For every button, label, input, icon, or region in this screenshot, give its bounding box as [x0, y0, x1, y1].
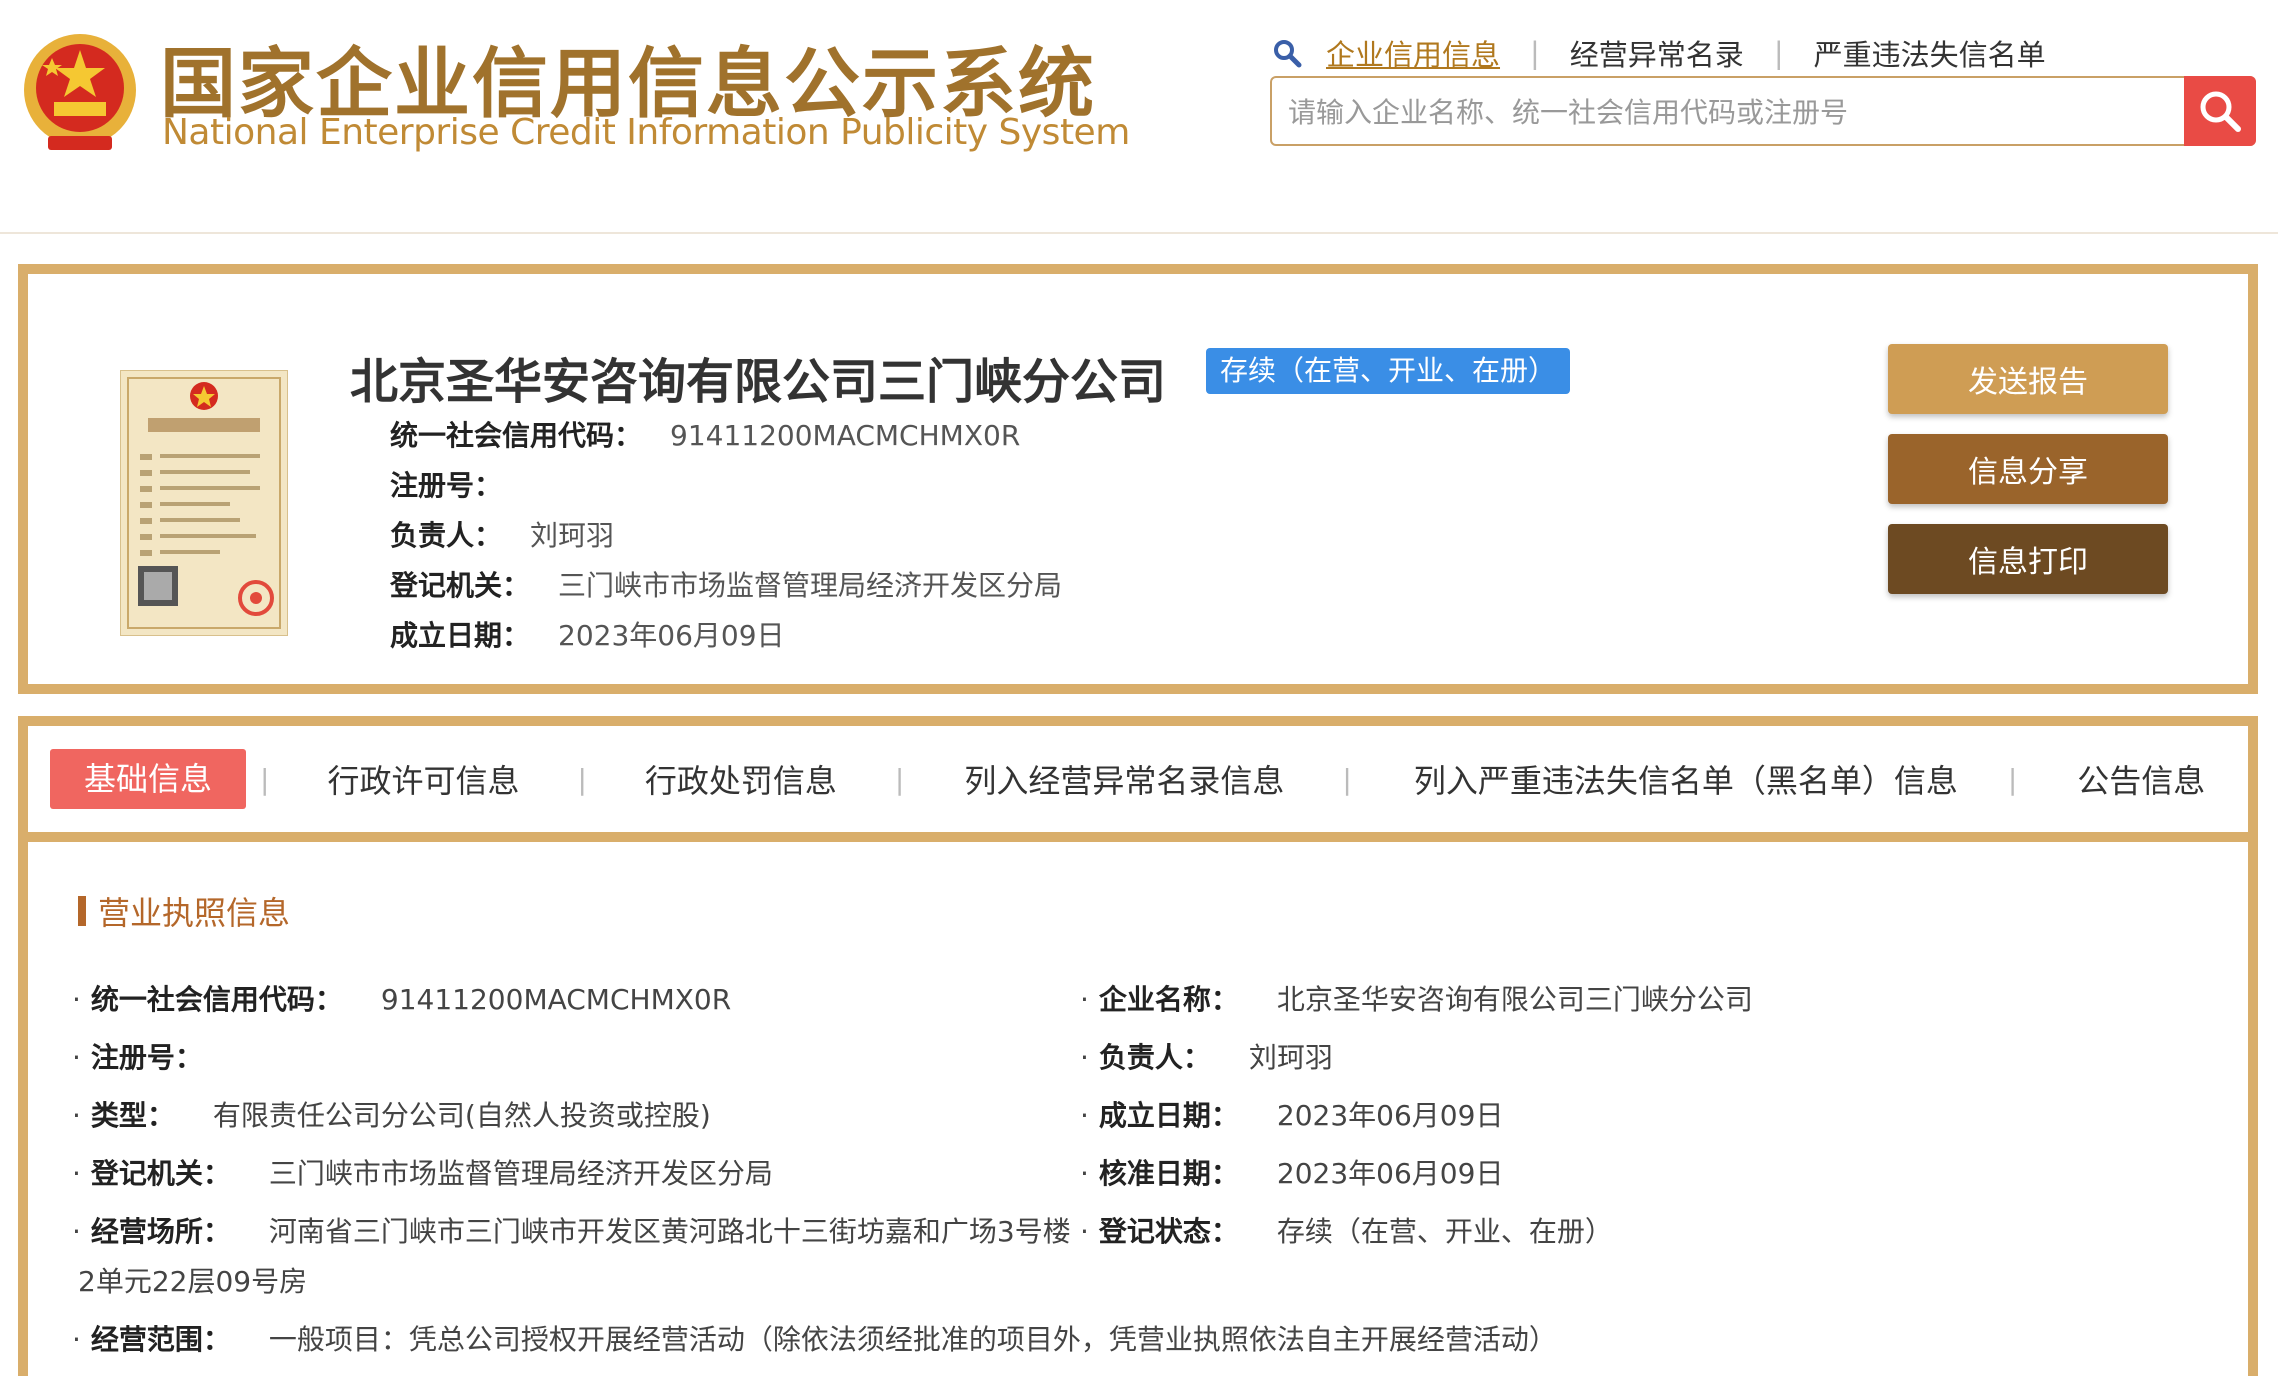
field-address: · 经营场所： 河南省三门峡市三门峡市开发区黄河路北十三街坊嘉和广场3号楼	[72, 1215, 1071, 1248]
top-nav: 企业信用信息 | 经营异常名录 | 严重违法失信名单	[1272, 32, 2046, 74]
search-box	[1270, 76, 2256, 146]
details-panel: 基础信息 | 行政许可信息 | 行政处罚信息 | 列入经营异常名录信息 | 列入…	[18, 716, 2258, 1376]
company-name: 北京圣华安咨询有限公司三门峡分公司	[350, 354, 1167, 410]
tab-admin-penalty[interactable]: 行政处罚信息	[635, 756, 847, 802]
section-title-text: 营业执照信息	[98, 894, 291, 932]
field-value: 2023年06月09日	[1276, 1099, 1504, 1132]
field-value: 存续（在营、开业、在册）	[1276, 1215, 1613, 1248]
company-summary-card: 北京圣华安咨询有限公司三门峡分公司 存续（在营、开业、在册） 统一社会信用代码：…	[18, 264, 2258, 694]
field-label: 注册号：	[90, 1041, 203, 1074]
field-label: 统一社会信用代码：	[90, 983, 343, 1016]
search-input[interactable]	[1286, 86, 2060, 138]
print-info-button[interactable]: 信息打印	[1888, 524, 2168, 594]
field-label: 成立日期：	[1098, 1099, 1239, 1132]
nav-divider: |	[1530, 36, 1540, 70]
field-value: 北京圣华安咨询有限公司三门峡分公司	[1276, 983, 1753, 1016]
tab-bar: 基础信息 | 行政许可信息 | 行政处罚信息 | 列入经营异常名录信息 | 列入…	[28, 726, 2248, 842]
nav-divider: |	[1773, 36, 1784, 70]
field-reg-no: · 注册号：	[72, 1041, 203, 1074]
field-authority: · 登记机关： 三门峡市市场监督管理局经济开发区分局	[72, 1157, 773, 1190]
field-value: 刘珂羽	[1248, 1041, 1333, 1074]
magnifier-icon	[2200, 91, 2241, 132]
business-license-thumbnail[interactable]	[120, 370, 288, 636]
tab-divider: |	[894, 762, 905, 796]
field-label: 类型：	[90, 1099, 175, 1132]
field-value: 2023年06月09日	[1276, 1157, 1504, 1190]
section-bar	[78, 896, 86, 926]
field-ent-name: · 企业名称： 北京圣华安咨询有限公司三门峡分公司	[1080, 983, 1753, 1016]
field-credit-code: · 统一社会信用代码： 91411200MACMCHMX0R	[72, 983, 732, 1016]
info-authority-label: 登记机关：	[390, 569, 531, 602]
field-label: 核准日期：	[1098, 1157, 1239, 1190]
site-title-en: National Enterprise Credit Information P…	[162, 112, 1130, 153]
field-label: 负责人：	[1098, 1041, 1211, 1074]
info-credit-code-label: 统一社会信用代码：	[390, 419, 643, 452]
info-est-date-value: 2023年06月09日	[558, 619, 785, 652]
info-est-date: 成立日期： 2023年06月09日	[390, 614, 785, 654]
tab-divider: |	[2007, 762, 2018, 796]
tab-basic-info[interactable]: 基础信息	[50, 749, 247, 809]
nav-blacklist[interactable]: 严重违法失信名单	[1814, 32, 2046, 74]
search-icon	[1274, 40, 1302, 68]
info-person-label: 负责人：	[390, 519, 503, 552]
status-badge: 存续（在营、开业、在册）	[1206, 348, 1571, 394]
tab-blacklist[interactable]: 列入严重违法失信名单（黑名单）信息	[1404, 756, 1968, 802]
field-person: · 负责人： 刘珂羽	[1080, 1041, 1333, 1074]
info-authority: 登记机关： 三门峡市市场监督管理局经济开发区分局	[390, 564, 1062, 604]
field-address-continued: 2单元22层09号房	[78, 1265, 308, 1298]
field-label: 企业名称：	[1098, 983, 1239, 1016]
field-label: 登记状态：	[1098, 1215, 1239, 1248]
info-est-date-label: 成立日期：	[390, 619, 531, 652]
field-scope: · 经营范围： 一般项目：凭总公司授权开展经营活动（除依法须经批准的项目外，凭营业执…	[72, 1323, 1557, 1356]
field-approve-date: · 核准日期： 2023年06月09日	[1080, 1157, 1504, 1190]
site-header: 国家企业信用信息公示系统 National Enterprise Credit …	[0, 0, 2278, 234]
field-value: 河南省三门峡市三门峡市开发区黄河路北十三街坊嘉和广场3号楼	[268, 1215, 1071, 1248]
info-reg-no: 注册号：	[390, 464, 530, 504]
tab-announcements[interactable]: 公告信息	[2067, 756, 2215, 802]
info-credit-code: 统一社会信用代码： 91411200MACMCHMX0R	[390, 414, 1020, 454]
nav-abnormal-list[interactable]: 经营异常名录	[1570, 32, 1744, 74]
field-label: 登记机关：	[90, 1157, 231, 1190]
search-button[interactable]	[2184, 76, 2256, 146]
info-reg-no-label: 注册号：	[390, 469, 503, 502]
field-value: 91411200MACMCHMX0R	[380, 983, 732, 1016]
tab-abnormal-list[interactable]: 列入经营异常名录信息	[954, 756, 1294, 802]
tab-admin-license[interactable]: 行政许可信息	[317, 756, 529, 802]
field-value: 一般项目：凭总公司授权开展经营活动（除依法须经批准的项目外，凭营业执照依法自主开…	[268, 1323, 1557, 1356]
section-title-license: 营业执照信息	[78, 888, 290, 934]
send-report-button[interactable]: 发送报告	[1888, 344, 2168, 414]
field-label: 经营场所：	[90, 1215, 231, 1248]
field-label: 经营范围：	[90, 1323, 231, 1356]
info-person-value: 刘珂羽	[530, 519, 615, 552]
tab-divider: |	[577, 762, 587, 796]
tab-divider: |	[260, 762, 270, 796]
field-reg-status: · 登记状态： 存续（在营、开业、在册）	[1080, 1215, 1613, 1248]
info-authority-value: 三门峡市市场监督管理局经济开发区分局	[558, 569, 1063, 602]
field-type: · 类型： 有限责任公司分公司(自然人投资或控股)	[72, 1099, 711, 1132]
info-person: 负责人： 刘珂羽	[390, 514, 614, 554]
info-credit-code-value: 91411200MACMCHMX0R	[670, 419, 1021, 452]
national-emblem-icon	[24, 34, 136, 150]
tab-divider: |	[1342, 762, 1352, 796]
share-info-button[interactable]: 信息分享	[1888, 434, 2168, 504]
nav-enterprise-credit[interactable]: 企业信用信息	[1326, 32, 1500, 74]
field-est-date: · 成立日期： 2023年06月09日	[1080, 1099, 1504, 1132]
field-value: 有限责任公司分公司(自然人投资或控股)	[212, 1099, 711, 1132]
field-value: 三门峡市市场监督管理局经济开发区分局	[268, 1157, 773, 1190]
